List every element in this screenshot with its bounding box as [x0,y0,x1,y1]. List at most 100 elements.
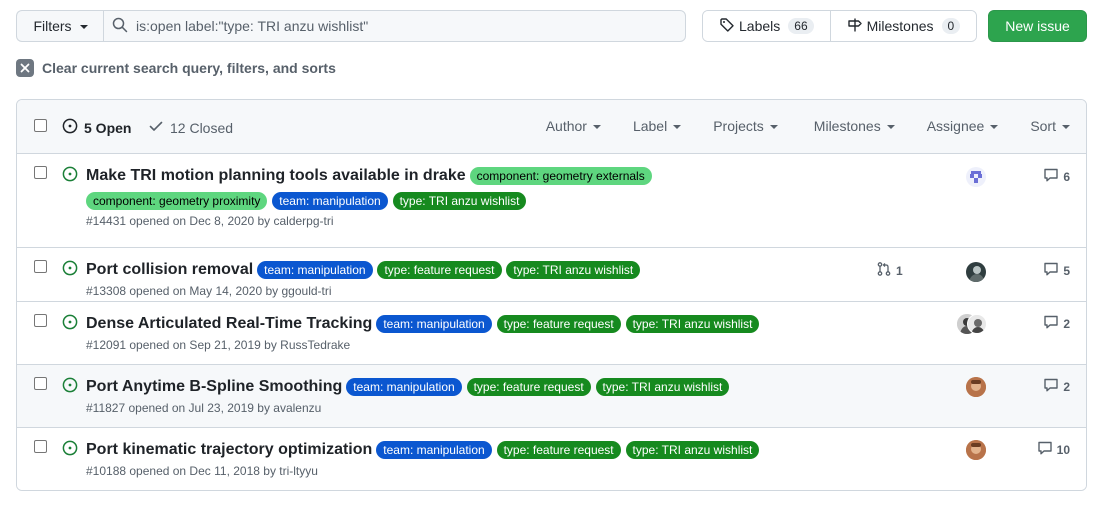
comment-icon [1043,261,1059,280]
issue-opened-icon [62,440,78,459]
issue-checkbox[interactable] [34,260,47,273]
comments-count: 2 [1063,316,1070,331]
issue-label[interactable]: team: manipulation [376,440,492,459]
label-filter[interactable]: Label [632,118,682,134]
author-filter[interactable]: Author [546,118,601,134]
open-count: 5 Open [84,119,132,136]
issue-title-line: Dense Articulated Real-Time Tracking team… [86,311,866,336]
issue-main: Port kinematic trajectory optimization te… [86,437,866,478]
issue-label[interactable]: type: feature request [377,260,502,279]
projects-filter-label: Projects [713,118,764,134]
check-icon [148,118,164,137]
milestones-button-label: Milestones [866,18,934,34]
select-all-checkbox[interactable] [34,119,47,132]
filters-label: Filters [33,18,72,34]
linked-pr-link[interactable]: 1 [876,261,903,280]
avatar[interactable] [966,167,986,187]
issue-label[interactable]: type: TRI anzu wishlist [625,314,760,333]
issue-label[interactable]: type: TRI anzu wishlist [392,192,527,211]
issue-row: Make TRI motion planning tools available… [17,154,1086,248]
issues-header: 5 Open 12 Closed Author Label Projects M… [17,100,1086,154]
comments-link[interactable]: 5 [1043,261,1070,280]
header-filters: Author Label Projects Milestones Assigne… [546,118,1070,134]
issue-checkbox[interactable] [34,166,47,179]
issue-label[interactable]: type: feature request [496,440,621,459]
issue-row: Port collision removal team: manipulation… [17,248,1086,302]
issue-label[interactable]: component: geometry proximity [86,192,268,211]
clear-query-label: Clear current search query, filters, and… [42,60,336,76]
caret-down-icon [592,125,601,129]
comments-count: 2 [1063,379,1070,394]
close-icon [16,59,34,77]
comments-link[interactable]: 10 [1037,440,1070,459]
issue-label[interactable]: type: feature request [466,377,591,396]
issue-title-line: Port kinematic trajectory optimization te… [86,437,866,462]
search-bar[interactable] [103,10,686,42]
issue-meta: #10188 opened on Dec 11, 2018 by tri-lty… [86,464,318,479]
clear-query-link[interactable]: Clear current search query, filters, and… [16,59,336,77]
search-input[interactable] [136,18,676,34]
issue-meta: #13308 opened on May 14, 2020 by ggould-… [86,284,332,299]
avatar[interactable] [966,440,986,460]
issues-list: 5 Open 12 Closed Author Label Projects M… [16,99,1087,491]
closed-count: 12 Closed [170,119,234,136]
sort-filter-label: Sort [1030,118,1056,134]
issue-label[interactable]: type: TRI anzu wishlist [595,377,730,396]
issue-opened-icon [62,260,78,279]
filters-button[interactable]: Filters [16,10,104,42]
assignee-filter[interactable]: Assignee [927,118,999,134]
issue-label[interactable]: team: manipulation [257,260,373,279]
projects-filter[interactable]: Projects [713,118,778,134]
assignee-filter-label: Assignee [926,118,985,134]
milestones-counter: 0 [941,18,961,34]
milestone-icon [847,17,863,36]
issue-title-line: Port Anytime B-Spline Smoothing team: man… [86,374,866,399]
issue-label[interactable]: team: manipulation [376,314,492,333]
avatar[interactable] [967,314,987,334]
sort-filter[interactable]: Sort [1030,118,1070,134]
issue-label[interactable]: component: geometry externals [469,166,652,185]
avatar[interactable] [966,377,986,397]
avatar[interactable] [966,262,986,282]
issue-checkbox[interactable] [34,377,47,390]
issue-meta: #12091 opened on Sep 21, 2019 by RussTed… [86,338,351,353]
issue-main: Port collision removal team: manipulation… [86,257,866,298]
labels-milestones-group: Labels 66 Milestones 0 [702,10,978,42]
issue-title-link[interactable]: Port collision removal [86,261,253,278]
issue-title-link[interactable]: Make TRI motion planning tools available… [86,167,466,184]
issue-label[interactable]: type: TRI anzu wishlist [506,260,641,279]
labels-button[interactable]: Labels 66 [703,11,830,41]
issue-label[interactable]: type: TRI anzu wishlist [625,440,760,459]
comments-link[interactable]: 2 [1043,314,1070,333]
issue-checkbox[interactable] [34,440,47,453]
search-icon [112,17,128,36]
issue-row: Dense Articulated Real-Time Tracking team… [17,302,1086,365]
label-filter-label: Label [632,118,668,134]
comments-link[interactable]: 6 [1043,167,1070,186]
issue-label[interactable]: team: manipulation [272,192,388,211]
caret-down-icon [1062,125,1070,129]
milestones-button[interactable]: Milestones 0 [829,11,977,41]
issue-row: Port kinematic trajectory optimization te… [17,428,1086,490]
pull-request-icon [876,261,892,280]
new-issue-button[interactable]: New issue [988,10,1087,42]
issue-title-link[interactable]: Port kinematic trajectory optimization [86,441,372,458]
comment-icon [1043,314,1059,333]
comments-link[interactable]: 2 [1043,377,1070,396]
issue-opened-icon [62,166,78,185]
issue-main: Make TRI motion planning tools available… [86,163,866,228]
closed-issues-toggle[interactable]: 12 Closed [148,118,233,137]
issue-label[interactable]: team: manipulation [346,377,462,396]
issue-title-link[interactable]: Dense Articulated Real-Time Tracking [86,315,372,332]
issue-title-link[interactable]: Port Anytime B-Spline Smoothing [86,378,342,395]
milestones-filter[interactable]: Milestones [814,118,895,134]
labels-counter: 66 [788,18,814,34]
issue-title-line: Port collision removal team: manipulation… [86,257,866,282]
issue-meta: #14431 opened on Dec 8, 2020 by calderpg… [86,214,334,229]
author-filter-label: Author [545,118,587,134]
comments-count: 5 [1063,263,1070,278]
open-issues-toggle[interactable]: 5 Open [62,118,131,137]
issue-label[interactable]: type: feature request [496,314,621,333]
issue-checkbox[interactable] [34,314,47,327]
caret-down-icon [79,25,88,29]
